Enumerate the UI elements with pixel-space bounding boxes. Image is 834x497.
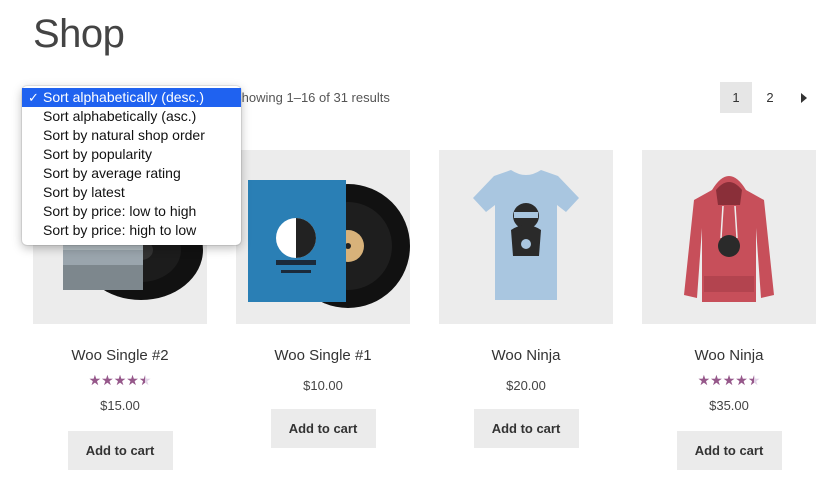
- product-image[interactable]: [439, 150, 613, 324]
- sort-option-price-asc[interactable]: Sort by price: low to high: [22, 202, 241, 221]
- product-title[interactable]: Woo Ninja: [439, 347, 613, 364]
- product-title[interactable]: Woo Single #1: [236, 347, 410, 364]
- product-price: $35.00: [709, 398, 749, 413]
- sort-option-natural[interactable]: Sort by natural shop order: [22, 126, 241, 145]
- next-page-button[interactable]: [788, 82, 820, 113]
- sort-option-alpha-desc[interactable]: ✓ Sort alphabetically (desc.): [22, 88, 241, 107]
- product-title[interactable]: Woo Single #2: [33, 347, 207, 364]
- sort-option-popularity[interactable]: Sort by popularity: [22, 145, 241, 164]
- product-card: Woo Ninja $20.00 Add to cart: [439, 150, 613, 448]
- sort-dropdown-menu[interactable]: ✓ Sort alphabetically (desc.) Sort alpha…: [22, 86, 241, 245]
- product-card: Woo Single #1 $10.00 Add to cart: [236, 150, 410, 448]
- product-price: $15.00: [100, 398, 140, 413]
- hoodie-icon: [684, 176, 774, 302]
- tshirt-icon: [473, 170, 579, 300]
- vinyl-record-icon: [248, 180, 410, 308]
- sort-option-label: Sort alphabetically (desc.): [43, 89, 205, 105]
- star-rating-icon: ★★★★★★★★★★: [88, 372, 152, 388]
- product-price: $10.00: [303, 378, 343, 393]
- product-image[interactable]: [236, 150, 410, 324]
- add-to-cart-button[interactable]: Add to cart: [67, 431, 173, 470]
- checkmark-icon: ✓: [28, 90, 39, 105]
- sort-option-rating[interactable]: Sort by average rating: [22, 164, 241, 183]
- arrow-right-icon: [801, 92, 807, 103]
- product-image[interactable]: [642, 150, 816, 324]
- add-to-cart-button[interactable]: Add to cart: [473, 409, 579, 448]
- page-title: Shop: [33, 12, 125, 56]
- product-rating: ★★★★★★★★★★: [33, 372, 207, 388]
- page-2-button[interactable]: 2: [754, 82, 786, 113]
- product-title[interactable]: Woo Ninja: [642, 347, 816, 364]
- sort-option-price-desc[interactable]: Sort by price: high to low: [22, 221, 241, 240]
- product-rating: ★★★★★★★★★★: [642, 372, 816, 388]
- result-count: Showing 1–16 of 31 results: [233, 90, 390, 105]
- add-to-cart-button[interactable]: Add to cart: [270, 409, 376, 448]
- product-price: $20.00: [506, 378, 546, 393]
- sort-option-alpha-asc[interactable]: Sort alphabetically (asc.): [22, 107, 241, 126]
- sort-option-latest[interactable]: Sort by latest: [22, 183, 241, 202]
- pagination: 1 2: [720, 82, 820, 113]
- star-rating-icon: ★★★★★★★★★★: [697, 372, 761, 388]
- add-to-cart-button[interactable]: Add to cart: [676, 431, 782, 470]
- product-card: Woo Ninja ★★★★★★★★★★ $35.00 Add to cart: [642, 150, 816, 470]
- page-1-button[interactable]: 1: [720, 82, 752, 113]
